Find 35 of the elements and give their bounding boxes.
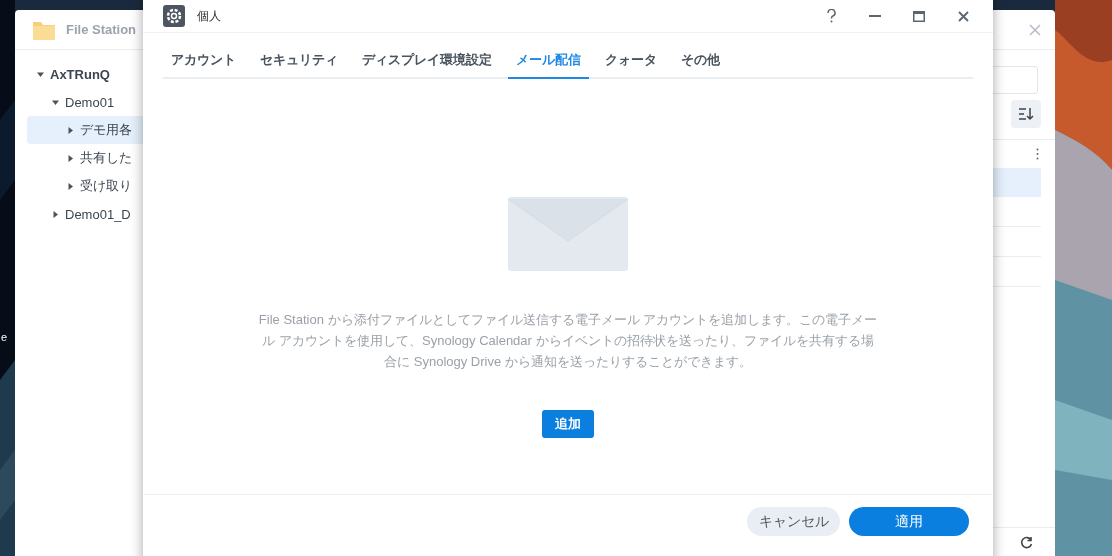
tree-item[interactable]: 共有した: [27, 144, 143, 172]
sort-button[interactable]: [1011, 100, 1041, 128]
close-icon: [957, 10, 969, 22]
tab[interactable]: その他: [673, 45, 728, 79]
window-title: File Station: [66, 22, 137, 37]
cancel-button[interactable]: キャンセル: [747, 507, 840, 536]
apply-button[interactable]: 適用: [849, 507, 969, 536]
tab[interactable]: アカウント: [163, 45, 244, 79]
help-icon: [826, 9, 836, 23]
tab[interactable]: メール配信: [508, 45, 589, 79]
maximize-icon: [913, 10, 925, 22]
caret-right-icon[interactable]: [67, 126, 74, 134]
description-text: File Station から添付ファイルとしてファイル送信する電子メール アカウントを追加します。この電子メール アカウントを使用して、Synology Calendar からイベントの招待状を送ったり、ファイルを共有する場合に Synology Drive から通知を送ったりすることができます。: [257, 311, 879, 371]
envelope-icon: [508, 197, 628, 271]
tree-item[interactable]: Demo01: [27, 88, 143, 116]
tab[interactable]: ディスプレイ環境設定: [354, 45, 500, 79]
tree-item[interactable]: デモ用各: [27, 116, 143, 144]
more-icon[interactable]: [1036, 148, 1039, 160]
tree-item[interactable]: Demo01_D: [27, 200, 143, 228]
caret-down-icon[interactable]: [37, 70, 44, 78]
minimize-icon: [869, 15, 881, 17]
caret-right-icon[interactable]: [52, 210, 59, 218]
desktop-icon-label[interactable]: e: [1, 331, 8, 343]
window-title: 個人: [197, 7, 221, 25]
caret-right-icon[interactable]: [67, 154, 74, 162]
tree-item[interactable]: 受け取り: [27, 172, 143, 200]
refresh-icon[interactable]: [1020, 535, 1033, 549]
caret-right-icon[interactable]: [67, 182, 74, 190]
gear-icon: [163, 5, 185, 27]
caret-down-icon[interactable]: [52, 98, 59, 106]
add-button[interactable]: 追加: [542, 410, 594, 438]
sort-icon: [1018, 107, 1034, 121]
tree-item[interactable]: AxTRunQ: [27, 60, 143, 88]
tab[interactable]: クォータ: [597, 45, 665, 79]
tab[interactable]: セキュリティ: [252, 45, 346, 79]
